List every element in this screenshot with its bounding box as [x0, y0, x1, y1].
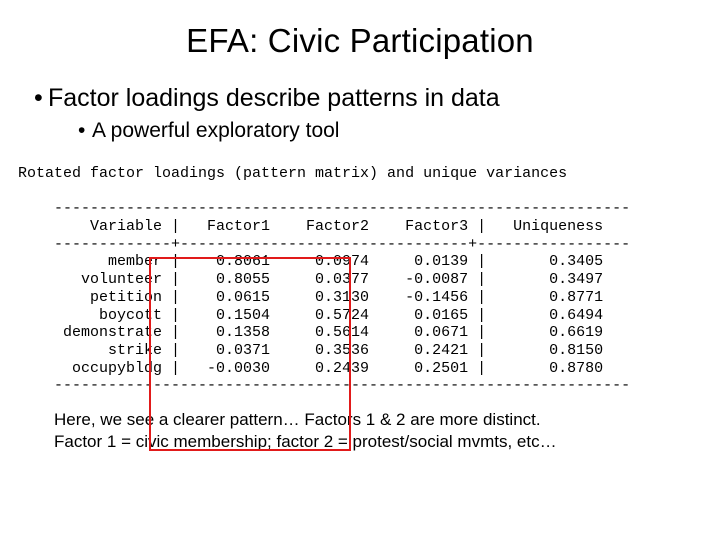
- caption-line2: Factor 1 = civic membership; factor 2 = …: [54, 432, 557, 451]
- bullet-dot: •: [78, 119, 92, 143]
- bullet-list: •Factor loadings describe patterns in da…: [0, 70, 720, 143]
- bullet-dot: •: [34, 84, 48, 113]
- slide-title: EFA: Civic Participation: [0, 0, 720, 70]
- stata-output: Rotated factor loadings (pattern matrix)…: [18, 165, 720, 395]
- caption-block: Here, we see a clearer pattern… Factors …: [0, 395, 720, 454]
- caption-line1: Here, we see a clearer pattern… Factors …: [54, 410, 541, 429]
- bullet1-text: Factor loadings describe patterns in dat…: [48, 84, 500, 112]
- bullet-level2: •A powerful exploratory tool: [34, 119, 720, 143]
- bullet-level1: •Factor loadings describe patterns in da…: [34, 84, 720, 113]
- bullet2-text: A powerful exploratory tool: [92, 119, 339, 142]
